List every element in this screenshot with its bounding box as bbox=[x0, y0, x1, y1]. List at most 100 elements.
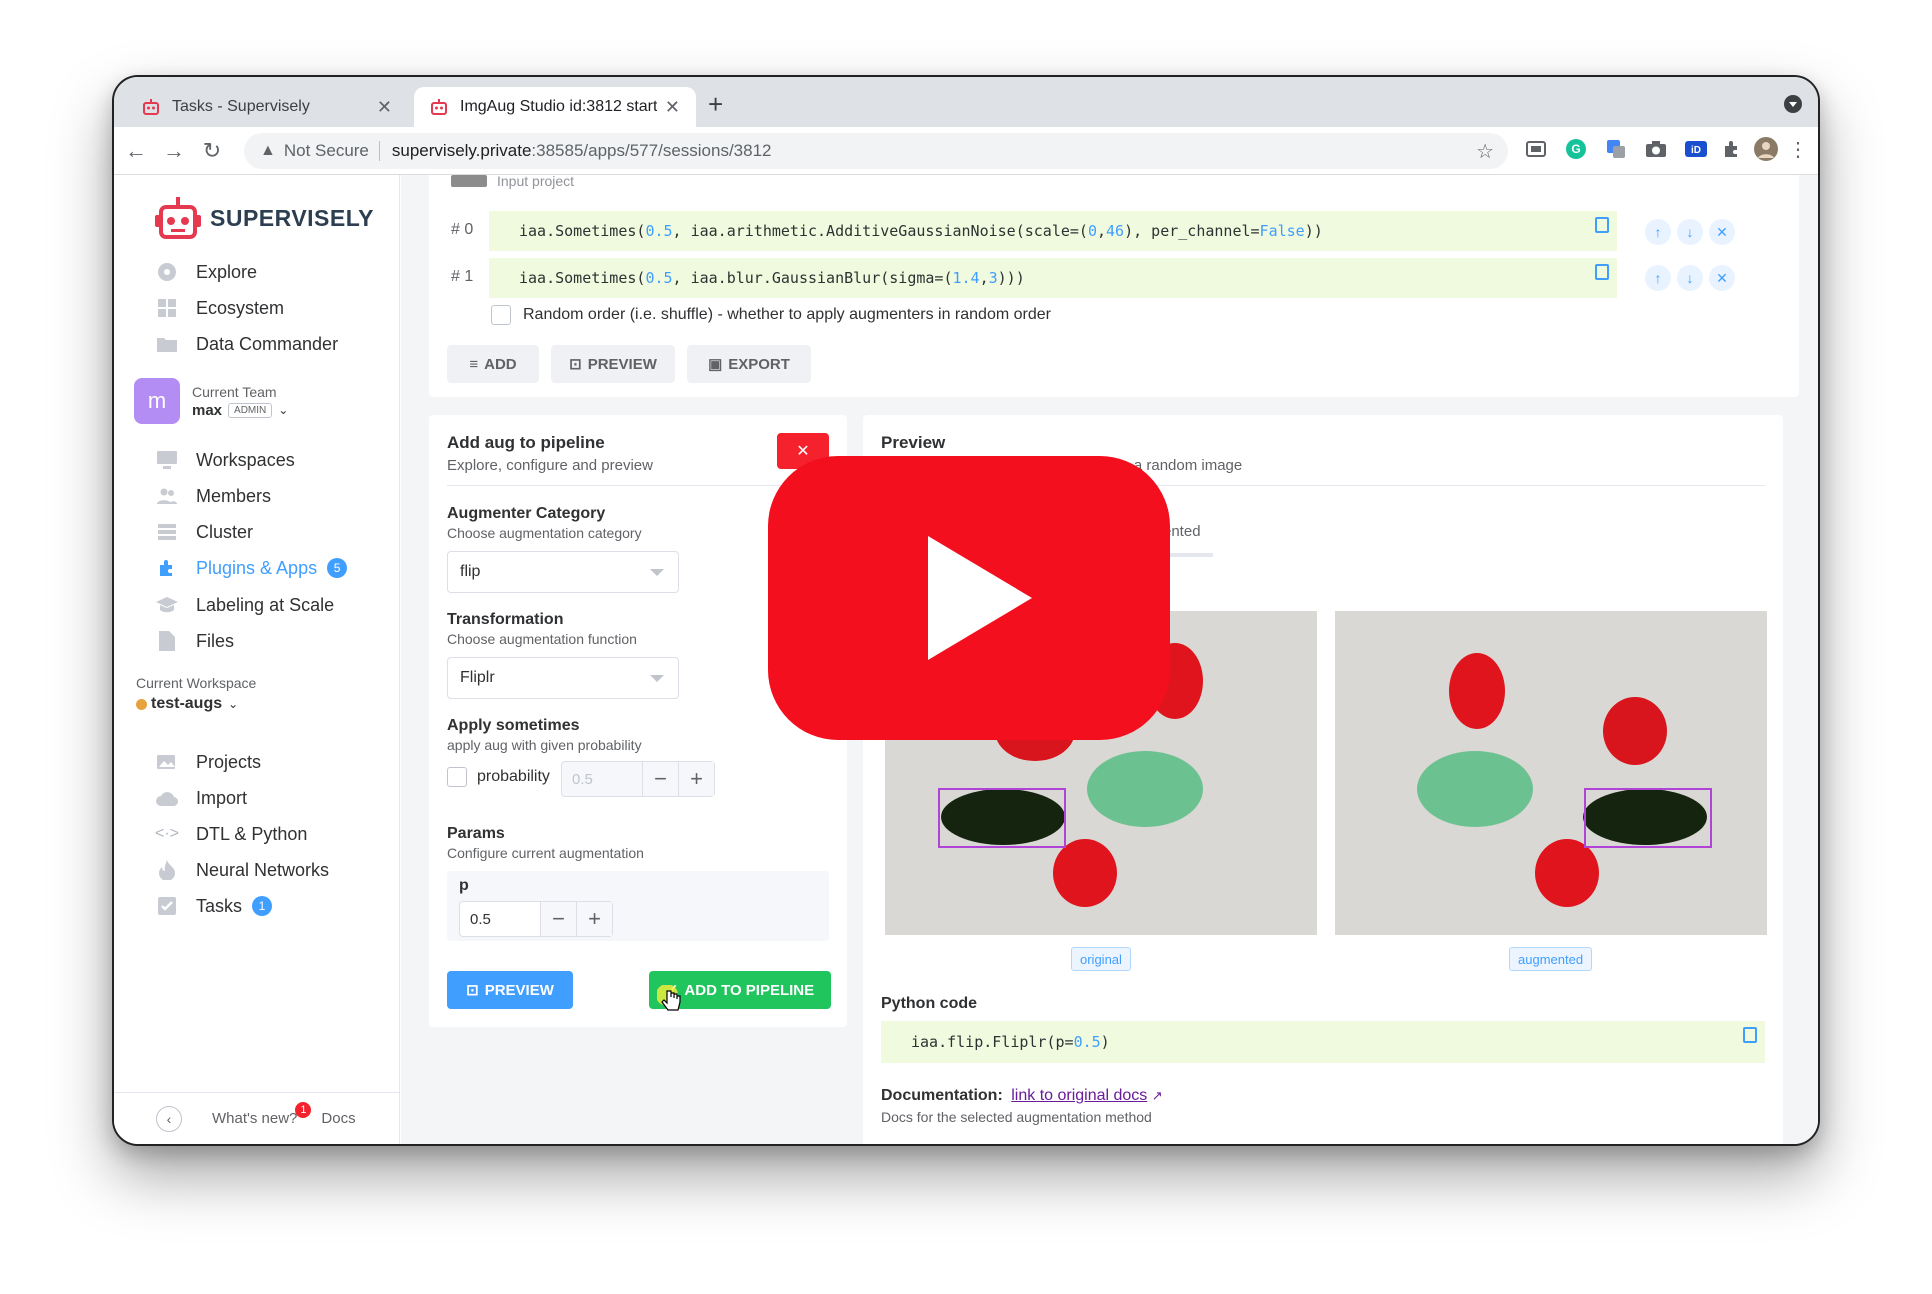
button-label: ADD TO PIPELINE bbox=[684, 981, 815, 999]
minus-icon[interactable]: − bbox=[642, 762, 678, 796]
probability-label: probability bbox=[477, 768, 550, 785]
address-bar[interactable]: ▲ Not Secure supervisely.private:38585/a… bbox=[244, 133, 1508, 169]
team-switcher[interactable]: m Current Team max ADMIN ⌄ bbox=[134, 378, 288, 424]
workspace-name: test-augs bbox=[151, 695, 223, 712]
tab-search-icon[interactable] bbox=[1784, 95, 1802, 113]
category-select[interactable]: flip bbox=[447, 551, 679, 593]
sidebar-item-neural-networks[interactable]: Neural Networks bbox=[156, 855, 329, 885]
delete-x-icon[interactable]: ✕ bbox=[1709, 219, 1735, 245]
collapse-chevron-left-icon[interactable]: ‹ bbox=[156, 1105, 182, 1132]
close-icon[interactable]: ✕ bbox=[377, 97, 392, 118]
random-order-checkbox[interactable] bbox=[491, 305, 511, 325]
move-down-icon[interactable]: ↓ bbox=[1677, 219, 1703, 245]
sidebar-item-ecosystem[interactable]: Ecosystem bbox=[156, 293, 284, 323]
minus-icon[interactable]: − bbox=[540, 902, 576, 936]
documentation-row: Documentation: link to original docs ↗ bbox=[881, 1087, 1163, 1105]
project-thumbnail-icon bbox=[451, 175, 487, 187]
copy-icon[interactable] bbox=[1743, 1027, 1757, 1043]
tab-tasks[interactable]: Tasks - Supervisely ✕ bbox=[126, 87, 408, 127]
brand-logo[interactable]: SUPERVISELY bbox=[154, 195, 374, 241]
chevron-down-icon: ⌄ bbox=[278, 403, 289, 417]
plus-icon[interactable]: + bbox=[576, 902, 612, 936]
images-icon bbox=[156, 751, 178, 773]
file-icon bbox=[156, 630, 178, 652]
sidebar-item-workspaces[interactable]: Workspaces bbox=[156, 445, 295, 475]
translate-icon[interactable] bbox=[1604, 137, 1628, 161]
code-keyword: False bbox=[1259, 222, 1305, 240]
stepper-value: 0.5 bbox=[572, 770, 593, 788]
delete-x-icon[interactable]: ✕ bbox=[1709, 265, 1735, 291]
kebab-menu-icon[interactable]: ⋮ bbox=[1786, 137, 1810, 161]
whats-new-link[interactable]: What's new? 1 bbox=[212, 1102, 312, 1127]
sometimes-subtitle: apply aug with given probability bbox=[447, 737, 642, 753]
status-dot bbox=[136, 698, 147, 710]
reload-icon[interactable]: ↻ bbox=[196, 138, 228, 164]
move-up-icon[interactable]: ↑ bbox=[1645, 265, 1671, 291]
sidebar-item-files[interactable]: Files bbox=[156, 626, 234, 656]
sidebar-item-tasks[interactable]: Tasks 1 bbox=[156, 891, 273, 921]
folder-icon bbox=[156, 333, 178, 355]
move-down-icon[interactable]: ↓ bbox=[1677, 265, 1703, 291]
bookmark-star-icon[interactable]: ☆ bbox=[1476, 139, 1494, 164]
forward-icon[interactable]: → bbox=[158, 138, 190, 164]
svg-text:G: G bbox=[1571, 142, 1580, 156]
sidebar-item-label: Data Commander bbox=[196, 333, 339, 354]
list-icon bbox=[156, 521, 178, 543]
sidebar-item-label: Ecosystem bbox=[196, 297, 285, 318]
code-icon: <·> bbox=[155, 825, 180, 842]
sidebar-item-data-commander[interactable]: Data Commander bbox=[156, 329, 338, 359]
probability-stepper[interactable]: 0.5 − + bbox=[561, 761, 715, 797]
stepper-value: 0.5 bbox=[470, 910, 491, 928]
probability-option[interactable]: probability bbox=[447, 767, 550, 787]
preview-icon: ⊡ bbox=[569, 356, 582, 373]
external-link-icon: ↗ bbox=[1151, 1088, 1163, 1103]
copy-icon[interactable] bbox=[1595, 217, 1609, 233]
move-up-icon[interactable]: ↑ bbox=[1645, 219, 1671, 245]
random-order-option[interactable]: Random order (i.e. shuffle) - whether to… bbox=[491, 305, 1051, 325]
svg-text:iD: iD bbox=[1691, 145, 1701, 156]
back-icon[interactable]: ← bbox=[120, 138, 152, 164]
code-number: 46 bbox=[1106, 222, 1125, 240]
camera-icon[interactable] bbox=[1644, 137, 1668, 161]
sidebar-item-label: Cluster bbox=[196, 521, 254, 542]
workspace-switcher[interactable]: test-augs ⌄ bbox=[136, 695, 238, 713]
sidebar-item-plugins-apps[interactable]: Plugins & Apps 5 bbox=[156, 553, 348, 583]
preview-aug-button[interactable]: ⊡ PREVIEW bbox=[447, 971, 573, 1009]
extensions-puzzle-icon[interactable] bbox=[1720, 137, 1744, 161]
close-icon[interactable]: ✕ bbox=[665, 97, 680, 118]
monitor-icon bbox=[156, 449, 178, 471]
preview-title: Preview bbox=[881, 433, 946, 452]
id-extension-icon[interactable]: iD bbox=[1684, 137, 1708, 161]
sidebar-item-explore[interactable]: Explore bbox=[156, 257, 257, 287]
augmented-tag: augmented bbox=[1509, 947, 1593, 971]
plus-icon[interactable]: + bbox=[678, 762, 714, 796]
grammarly-icon[interactable]: G bbox=[1564, 137, 1588, 161]
docs-link[interactable]: Docs bbox=[321, 1110, 355, 1127]
transformation-select[interactable]: Fliplr bbox=[447, 657, 679, 699]
cast-icon[interactable] bbox=[1524, 137, 1548, 161]
sidebar-item-members[interactable]: Members bbox=[156, 481, 271, 511]
compass-icon bbox=[156, 261, 178, 283]
notification-badge: 1 bbox=[295, 1102, 312, 1118]
tab-imgaug[interactable]: ImgAug Studio id:3812 started ✕ bbox=[414, 87, 696, 127]
export-button[interactable]: ▣ EXPORT bbox=[687, 345, 811, 383]
sidebar-item-dtl-python[interactable]: <·> DTL & Python bbox=[155, 819, 307, 849]
sidebar-item-import[interactable]: Import bbox=[156, 783, 247, 813]
add-button[interactable]: ≡ ADD bbox=[447, 345, 539, 383]
original-docs-link[interactable]: link to original docs bbox=[1011, 1087, 1147, 1104]
params-subtitle: Configure current augmentation bbox=[447, 845, 644, 861]
sidebar-item-labeling-at-scale[interactable]: Labeling at Scale bbox=[156, 590, 334, 620]
profile-avatar-icon[interactable] bbox=[1754, 137, 1778, 161]
preview-pipeline-button[interactable]: ⊡ PREVIEW bbox=[551, 345, 675, 383]
sidebar-item-cluster[interactable]: Cluster bbox=[156, 517, 253, 547]
sidebar-item-projects[interactable]: Projects bbox=[156, 747, 261, 777]
pipeline-code-row: iaa.Sometimes(0.5, iaa.arithmetic.Additi… bbox=[489, 211, 1617, 251]
security-label: Not Secure bbox=[283, 141, 369, 160]
param-p-stepper[interactable]: 0.5 − + bbox=[459, 901, 613, 937]
sidebar-item-label: Projects bbox=[196, 751, 262, 772]
youtube-play-icon[interactable] bbox=[768, 456, 1170, 740]
probability-checkbox[interactable] bbox=[447, 767, 467, 787]
copy-icon[interactable] bbox=[1595, 264, 1609, 280]
sidebar-footer: ‹ What's new? 1 Docs bbox=[114, 1092, 400, 1144]
new-tab-icon[interactable]: + bbox=[708, 91, 723, 117]
